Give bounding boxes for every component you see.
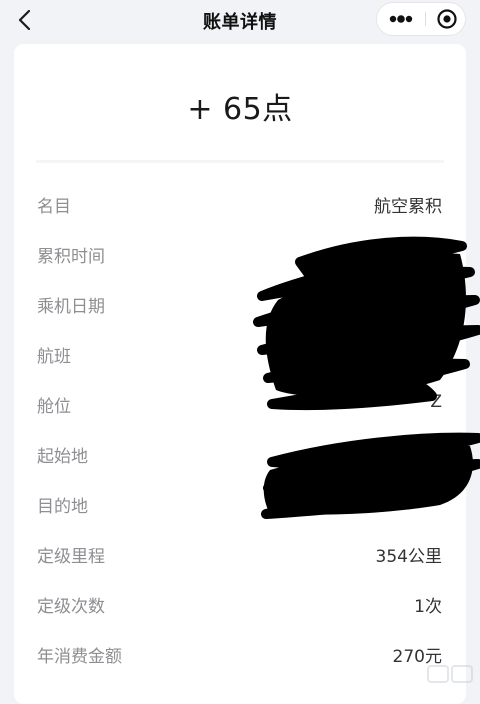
detail-label: 舱位 bbox=[37, 397, 71, 417]
detail-label: 累积时间 bbox=[37, 247, 105, 267]
detail-label: 年消费金额 bbox=[37, 647, 122, 667]
detail-label: 目的地 bbox=[37, 497, 88, 517]
detail-row-accrual-time: 累积时间 bbox=[14, 227, 466, 277]
mini-program-close-icon bbox=[437, 9, 457, 29]
detail-row-cabin-class: 舱位 Z bbox=[14, 377, 466, 427]
detail-value: 270元 bbox=[392, 647, 442, 667]
detail-value: 航空累积 bbox=[374, 197, 442, 217]
points-amount: + 65点 bbox=[187, 92, 293, 127]
detail-label: 航班 bbox=[37, 347, 71, 367]
more-button[interactable] bbox=[377, 3, 425, 35]
detail-row-flight-date: 乘机日期 bbox=[14, 277, 466, 327]
detail-value: 1次 bbox=[414, 597, 442, 617]
detail-label: 起始地 bbox=[37, 447, 88, 467]
detail-row-flight-number: 航班 bbox=[14, 327, 466, 377]
bill-detail-card: + 65点 名目 航空累积 累积时间 乘机日期 航班 舱位 Z 起始地 目的地 … bbox=[14, 44, 466, 704]
detail-row-qualifying-mileage: 定级里程 354公里 bbox=[14, 527, 466, 577]
close-button[interactable] bbox=[426, 3, 466, 35]
detail-row-annual-spend: 年消费金额 270元 bbox=[14, 627, 466, 677]
detail-label: 名目 bbox=[37, 197, 71, 217]
detail-label: 定级次数 bbox=[37, 597, 105, 617]
detail-row-destination: 目的地 bbox=[14, 477, 466, 527]
more-dots-icon bbox=[389, 15, 413, 23]
detail-row-origin: 起始地 bbox=[14, 427, 466, 477]
detail-label: 定级里程 bbox=[37, 547, 105, 567]
detail-label: 乘机日期 bbox=[37, 297, 105, 317]
detail-value: 354公里 bbox=[375, 547, 442, 567]
detail-row-category: 名目 航空累积 bbox=[14, 177, 466, 227]
divider bbox=[36, 160, 444, 163]
detail-row-qualifying-segments: 定级次数 1次 bbox=[14, 577, 466, 627]
mini-program-capsule bbox=[376, 2, 466, 36]
navigation-bar: 账单详情 bbox=[0, 0, 480, 40]
detail-value: Z bbox=[430, 392, 442, 412]
